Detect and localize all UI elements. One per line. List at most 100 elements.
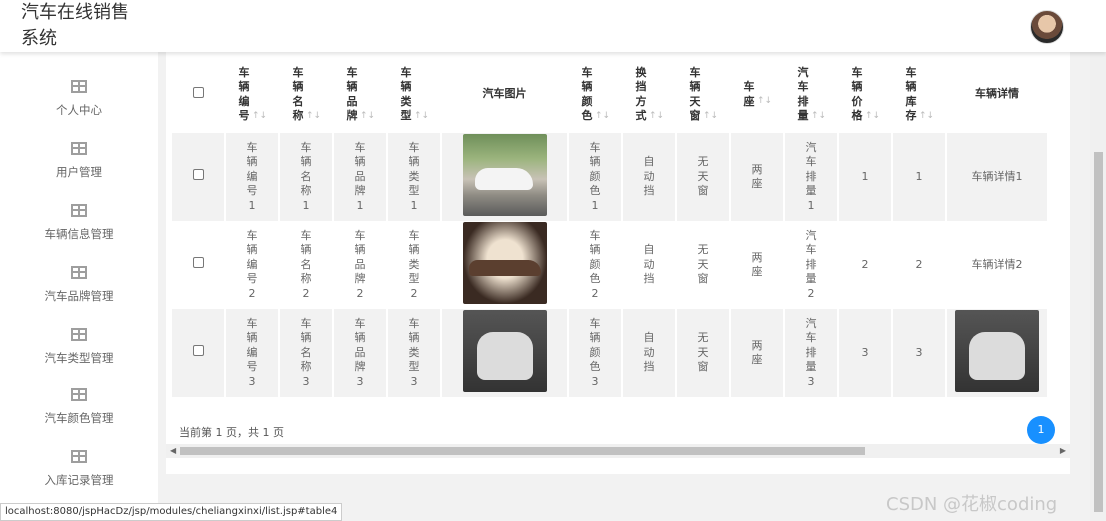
table-row: 车辆编号3 车辆名称3 车辆品牌3 车辆类型3 车辆颜色3 自动挡 无天窗 两座… — [172, 309, 1047, 397]
cell-type: 车辆类型1 — [388, 133, 440, 221]
cell-stock: 1 — [893, 133, 945, 221]
row-select-cell — [172, 309, 224, 397]
content-panel: 车辆编号 ↑↓ 车辆名称 ↑↓ 车辆品牌 ↑↓ 车辆类型 ↑↓ 汽车图片 车辆颜色 ↑↓ … — [166, 52, 1070, 474]
cell-number: 车辆编号1 — [226, 133, 278, 221]
row-checkbox[interactable] — [192, 169, 204, 181]
sidebar-item-users[interactable]: 用户管理 — [0, 142, 158, 204]
cell-seats: 两座 — [731, 133, 783, 221]
th-price[interactable]: 车辆价格 ↑↓ — [839, 56, 891, 133]
sidebar-item-label: 入库记录管理 — [44, 473, 114, 487]
avatar[interactable] — [1030, 10, 1064, 44]
cell-number: 车辆编号2 — [246, 228, 258, 300]
th-stock[interactable]: 车辆库存 ↑↓ — [893, 56, 945, 133]
row-checkbox[interactable] — [192, 257, 204, 269]
sidebar-item-brands[interactable]: 汽车品牌管理 — [0, 266, 158, 328]
cell-number: 车辆编号3 — [226, 309, 278, 397]
th-type[interactable]: 车辆类型 ↑↓ — [388, 56, 440, 133]
sidebar-item-label: 汽车品牌管理 — [44, 289, 114, 303]
grid-icon — [71, 328, 87, 341]
cell-type: 车辆类型2 — [408, 228, 420, 300]
page-button[interactable]: 1 — [1027, 416, 1055, 444]
cell-details — [947, 309, 1047, 397]
car-image — [462, 309, 547, 392]
status-bar-url: localhost:8080/jspHacDz/jsp/modules/chel… — [0, 503, 343, 521]
pagination-summary: 当前第 1 页，共 1 页 — [179, 426, 284, 439]
cell-price: 1 — [839, 133, 891, 221]
cell-color: 车辆颜色3 — [569, 309, 621, 397]
th-displacement[interactable]: 汽车排量 ↑↓ — [785, 56, 837, 133]
sort-icon[interactable]: ↑↓ — [595, 109, 610, 124]
cell-image — [442, 221, 567, 309]
grid-icon — [71, 266, 87, 279]
th-transmission[interactable]: 换挡方式 ↑↓ — [623, 56, 675, 133]
sidebar-item-types[interactable]: 汽车类型管理 — [0, 328, 158, 390]
scroll-left-icon[interactable]: ◀ — [170, 444, 176, 458]
top-bar: 汽车在线销售 系统 — [0, 0, 1106, 52]
sort-icon[interactable]: ↑↓ — [919, 109, 934, 124]
cell-details: 车辆详情2 — [971, 257, 1023, 271]
grid-icon — [71, 80, 87, 93]
sidebar-item-colors[interactable]: 汽车颜色管理 — [0, 388, 158, 450]
grid-icon — [71, 204, 87, 217]
cell-brand: 车辆品牌2 — [354, 228, 366, 300]
cell-color: 车辆颜色2 — [589, 228, 601, 300]
cell-name: 车辆名称1 — [280, 133, 332, 221]
sort-icon[interactable]: ↑↓ — [414, 109, 429, 124]
sidebar-item-label: 汽车颜色管理 — [44, 411, 114, 425]
sort-icon[interactable]: ↑↓ — [252, 109, 267, 124]
th-brand[interactable]: 车辆品牌 ↑↓ — [334, 56, 386, 133]
cell-displacement: 汽车排量1 — [785, 133, 837, 221]
grid-icon — [71, 450, 87, 463]
cell-transmission: 自动挡 — [623, 133, 675, 221]
sidebar-item-label: 汽车类型管理 — [44, 351, 114, 365]
table-header-row: 车辆编号 ↑↓ 车辆名称 ↑↓ 车辆品牌 ↑↓ 车辆类型 ↑↓ 汽车图片 车辆颜色 ↑↓ … — [172, 56, 1047, 133]
app-title-line1: 汽车在线销售 — [21, 2, 129, 23]
detail-image — [955, 309, 1039, 392]
th-seats[interactable]: 车座 ↑↓ — [731, 56, 783, 133]
sort-icon[interactable]: ↑↓ — [811, 109, 826, 124]
cell-name: 车辆名称3 — [280, 309, 332, 397]
th-image: 汽车图片 — [482, 87, 527, 101]
cell-details: 车辆详情1 — [947, 133, 1047, 221]
scroll-right-icon[interactable]: ▶ — [1060, 444, 1066, 458]
th-number[interactable]: 车辆编号 ↑↓ — [226, 56, 278, 133]
cell-price: 2 — [861, 257, 869, 271]
sidebar-item-vehicle-info[interactable]: 车辆信息管理 — [0, 204, 158, 266]
cell-name: 车辆名称2 — [300, 228, 312, 300]
select-all-checkbox[interactable] — [192, 86, 204, 98]
cell-image — [442, 133, 567, 221]
row-checkbox[interactable] — [192, 345, 204, 357]
cell-transmission: 自动挡 — [623, 309, 675, 397]
scroll-thumb[interactable] — [180, 447, 865, 455]
sidebar-item-label: 用户管理 — [56, 165, 102, 179]
sort-icon[interactable]: ↑↓ — [703, 109, 718, 124]
car-image — [462, 221, 547, 304]
table-row: 车辆编号2 车辆名称2 车辆品牌2 车辆类型2 车辆颜色2 自动挡 无天窗 两座… — [172, 221, 1047, 309]
cell-seats: 两座 — [731, 309, 783, 397]
vertical-scrollbar[interactable] — [1090, 52, 1106, 521]
table-row: 车辆编号1 车辆名称1 车辆品牌1 车辆类型1 车辆颜色1 自动挡 无天窗 两座… — [172, 133, 1047, 221]
scroll-thumb[interactable] — [1094, 152, 1103, 512]
th-name[interactable]: 车辆名称 ↑↓ — [280, 56, 332, 133]
sort-icon[interactable]: ↑↓ — [757, 94, 772, 109]
cell-price: 3 — [839, 309, 891, 397]
cell-transmission: 自动挡 — [643, 243, 655, 286]
sort-icon[interactable]: ↑↓ — [360, 109, 375, 124]
cell-image — [442, 309, 567, 397]
car-image — [462, 133, 547, 216]
grid-icon — [71, 388, 87, 401]
sort-icon[interactable]: ↑↓ — [865, 109, 880, 124]
cell-sunroof: 无天窗 — [677, 309, 729, 397]
sort-icon[interactable]: ↑↓ — [649, 109, 664, 124]
select-all-cell — [172, 56, 224, 133]
th-color[interactable]: 车辆颜色 ↑↓ — [569, 56, 621, 133]
app-title-line2: 系统 — [21, 28, 57, 49]
sidebar-item-profile[interactable]: 个人中心 — [0, 80, 158, 142]
th-sunroof[interactable]: 车辆天窗 ↑↓ — [677, 56, 729, 133]
cell-stock: 2 — [915, 257, 923, 271]
sort-icon[interactable]: ↑↓ — [306, 109, 321, 124]
watermark: CSDN @花椒coding — [886, 494, 1058, 515]
sidebar-item-label: 个人中心 — [56, 103, 102, 117]
cell-sunroof: 无天窗 — [697, 243, 709, 286]
horizontal-scrollbar[interactable]: ◀ ▶ — [166, 444, 1070, 458]
